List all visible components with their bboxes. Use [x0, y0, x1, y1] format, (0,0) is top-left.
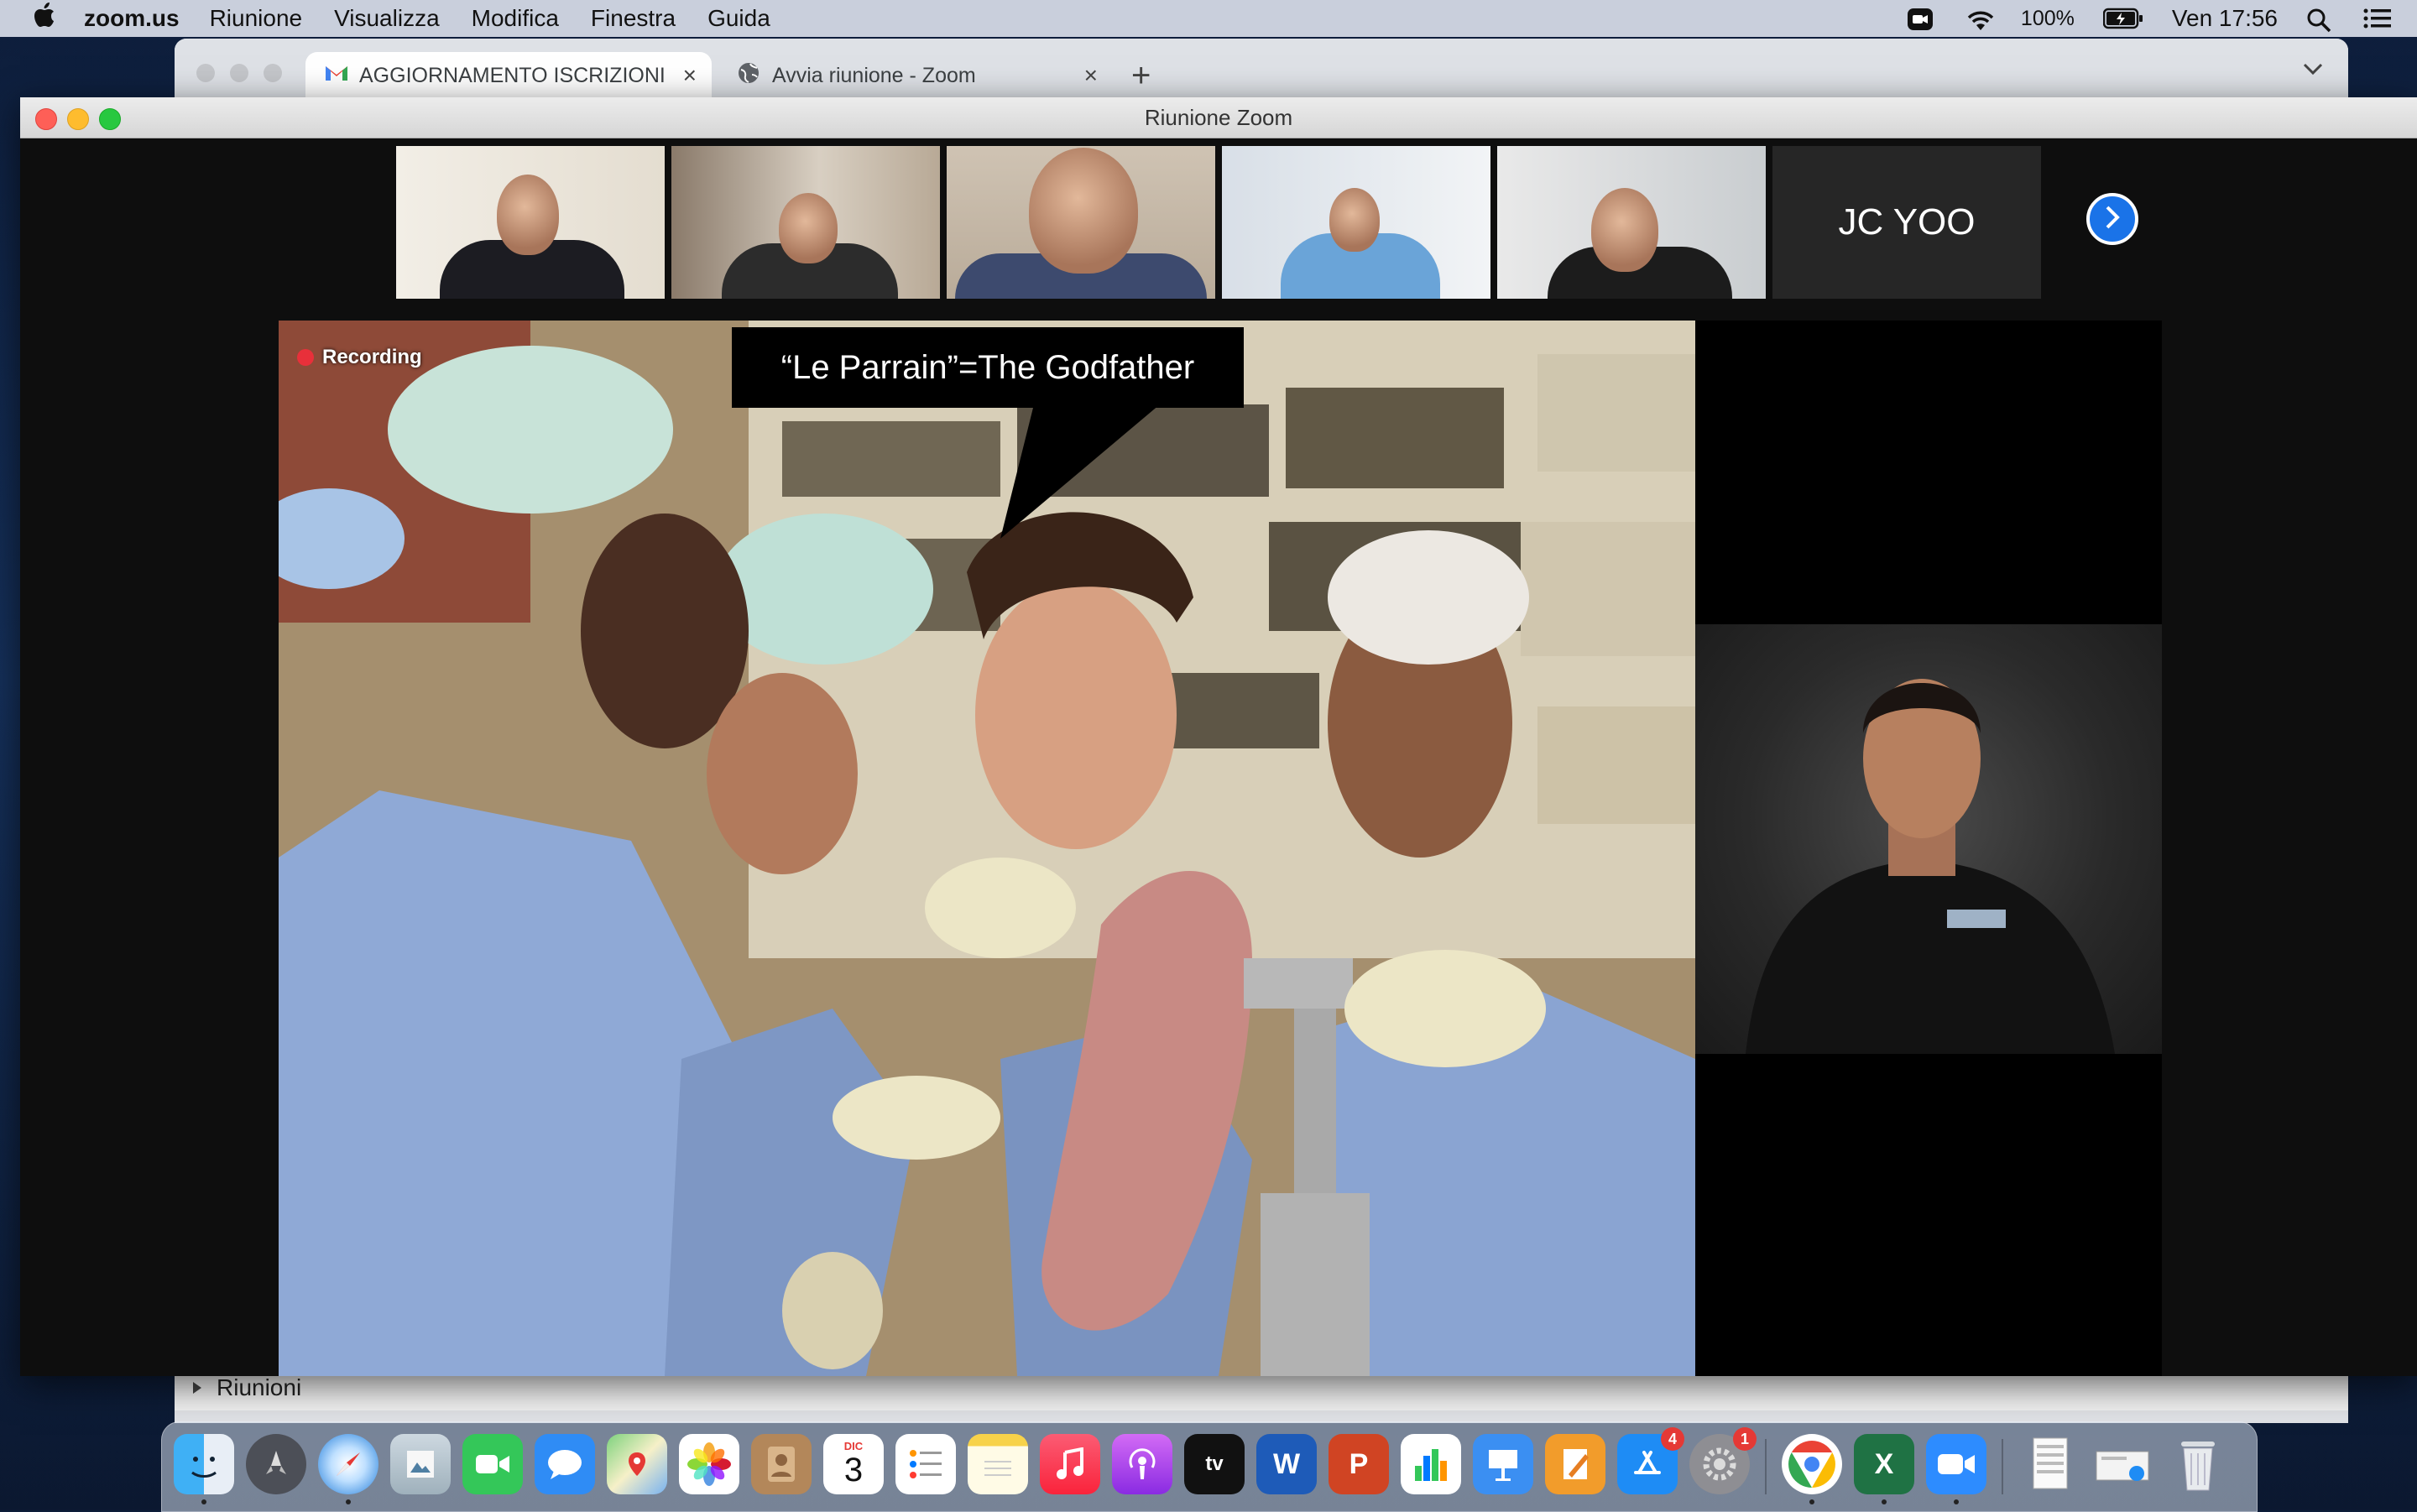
participant-name: JC YOO: [1838, 201, 1976, 242]
zoom-title-bar: Riunione Zoom: [20, 97, 2417, 138]
menu-bar: zoom.us Riunione Visualizza Modifica Fin…: [0, 0, 2417, 37]
tab-zoom[interactable]: Avvia riunione - Zoom ×: [718, 52, 1113, 99]
speaker-panel: [1695, 321, 2162, 1376]
zoom-meeting-window: Riunione Zoom JC YOO Recording “Le Parra…: [20, 97, 2417, 1376]
notes-icon[interactable]: [968, 1434, 1028, 1494]
keynote-icon[interactable]: [1473, 1434, 1533, 1494]
chrome-icon[interactable]: [1782, 1434, 1842, 1494]
menu-modifica[interactable]: Modifica: [472, 5, 559, 32]
calendar-icon[interactable]: DIC 3: [823, 1434, 884, 1494]
contacts-icon[interactable]: [751, 1434, 812, 1494]
apple-tv-icon[interactable]: tv: [1184, 1434, 1245, 1494]
disclosure-triangle-icon[interactable]: [191, 1374, 203, 1401]
window-minimize-button[interactable]: [67, 108, 89, 130]
control-center-icon[interactable]: [2363, 8, 2392, 29]
music-icon[interactable]: [1040, 1434, 1100, 1494]
recording-indicator: Recording: [297, 346, 422, 369]
app-name-menu[interactable]: zoom.us: [84, 5, 180, 32]
globe-icon: [737, 61, 760, 91]
spotlight-search-icon[interactable]: [2306, 8, 2335, 33]
participant-gallery-strip: JC YOO: [20, 146, 2417, 302]
reminders-icon[interactable]: [895, 1434, 956, 1494]
battery-percent: 100%: [2020, 6, 2075, 30]
participant-video[interactable]: [947, 146, 1215, 299]
participant-video[interactable]: [396, 146, 665, 299]
downloads-stack-icon[interactable]: [2092, 1434, 2153, 1494]
apple-tv-label: tv: [1205, 1452, 1224, 1475]
tab-list-chevron-icon[interactable]: [2303, 62, 2323, 80]
word-icon[interactable]: W: [1256, 1434, 1317, 1494]
speaker-image: [1746, 679, 2115, 1054]
word-letter: W: [1272, 1447, 1301, 1480]
system-preferences-icon[interactable]: 1: [1689, 1427, 1757, 1494]
surgery-photo: [279, 321, 1695, 1376]
slide-caption: “Le Parrain”=The Godfather: [732, 327, 1244, 408]
calendar-month: DIC: [843, 1440, 864, 1452]
participant-name-tile[interactable]: JC YOO: [1772, 146, 2041, 299]
active-speaker-video[interactable]: [1695, 624, 2162, 1054]
recording-label: Recording: [322, 346, 422, 368]
window-zoom-button[interactable]: [99, 108, 121, 130]
tab-close-icon[interactable]: ×: [683, 62, 697, 89]
spreadsheet-document-icon[interactable]: [2020, 1434, 2080, 1494]
browser-zoom-button[interactable]: [264, 64, 282, 82]
messages-icon[interactable]: [535, 1434, 595, 1494]
apple-menu-icon[interactable]: [34, 3, 55, 34]
window-close-button[interactable]: [35, 108, 57, 130]
new-tab-button[interactable]: +: [1131, 57, 1151, 95]
preview-icon[interactable]: [390, 1434, 451, 1494]
browser-close-button[interactable]: [196, 64, 215, 82]
finder-icon[interactable]: [174, 1434, 234, 1494]
menu-finestra[interactable]: Finestra: [591, 5, 676, 32]
browser-tab-strip: AGGIORNAMENTO ISCRIZIONI × Avvia riunion…: [175, 39, 2348, 99]
chevron-right-icon: [2103, 205, 2122, 234]
launchpad-icon[interactable]: [246, 1434, 306, 1494]
recording-dot-icon: [297, 349, 314, 366]
zoom-app-icon[interactable]: [1926, 1434, 1986, 1494]
gallery-next-button[interactable]: [2086, 193, 2138, 245]
zoom-status-icon[interactable]: [1907, 8, 1935, 30]
battery-icon[interactable]: [2102, 8, 2143, 29]
numbers-icon[interactable]: [1401, 1434, 1461, 1494]
system-preferences-badge: 1: [1733, 1427, 1757, 1451]
powerpoint-letter: P: [1349, 1447, 1369, 1480]
browser-minimize-button[interactable]: [230, 64, 248, 82]
zoom-window-title: Riunione Zoom: [1144, 105, 1293, 130]
participant-video[interactable]: [671, 146, 940, 299]
excel-icon[interactable]: X: [1854, 1434, 1914, 1494]
participant-video[interactable]: [1222, 146, 1490, 299]
menu-guida[interactable]: Guida: [707, 5, 770, 32]
gmail-icon: [324, 64, 349, 88]
app-store-badge: 4: [1661, 1427, 1684, 1451]
powerpoint-icon[interactable]: P: [1329, 1434, 1389, 1494]
tab-gmail[interactable]: AGGIORNAMENTO ISCRIZIONI ×: [305, 52, 712, 99]
menu-riunione[interactable]: Riunione: [210, 5, 303, 32]
wifi-icon[interactable]: [1964, 8, 1994, 30]
menu-visualizza[interactable]: Visualizza: [334, 5, 440, 32]
participant-video[interactable]: [1497, 146, 1766, 299]
excel-letter: X: [1874, 1447, 1894, 1480]
safari-icon[interactable]: [318, 1434, 378, 1494]
app-store-icon[interactable]: 4: [1617, 1427, 1684, 1494]
tab-gmail-label: AGGIORNAMENTO ISCRIZIONI: [359, 63, 666, 87]
dock: DIC 3 tv W P 4 1 X: [161, 1421, 2258, 1512]
menu-clock[interactable]: Ven 17:56: [2172, 5, 2278, 32]
maps-icon[interactable]: [607, 1434, 667, 1494]
podcasts-icon[interactable]: [1112, 1434, 1172, 1494]
pages-icon[interactable]: [1545, 1434, 1605, 1494]
tab-zoom-label: Avvia riunione - Zoom: [772, 63, 976, 87]
tab-close-icon[interactable]: ×: [1084, 62, 1098, 89]
meetings-section-label: Riunioni: [217, 1374, 302, 1400]
facetime-icon[interactable]: [462, 1434, 523, 1494]
trash-icon[interactable]: [2168, 1434, 2228, 1494]
calendar-day: 3: [843, 1452, 864, 1489]
shared-screen-video[interactable]: Recording “Le Parrain”=The Godfather: [279, 321, 1695, 1376]
photos-icon[interactable]: [679, 1434, 739, 1494]
